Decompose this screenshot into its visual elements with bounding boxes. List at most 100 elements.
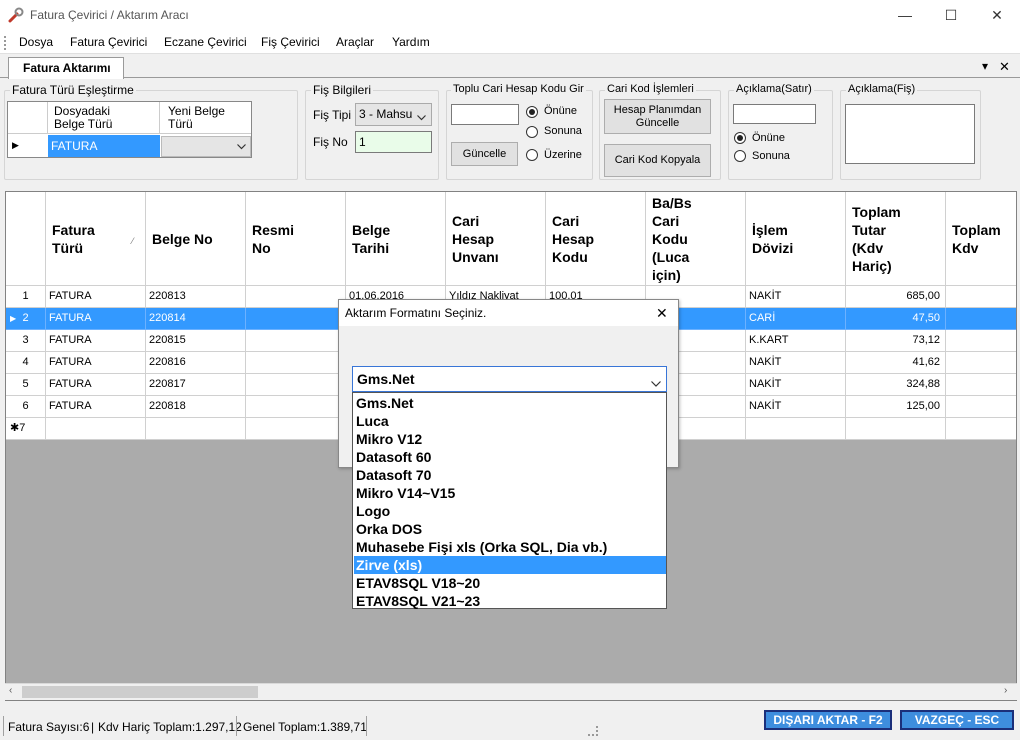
scroll-left-icon[interactable]: ‹: [9, 685, 12, 696]
chevron-down-icon[interactable]: [651, 376, 661, 390]
menu-dosya[interactable]: Dosya: [19, 35, 53, 49]
format-option[interactable]: Zirve (xls): [354, 556, 666, 574]
row-header[interactable]: 3: [6, 330, 46, 352]
cell-kdv[interactable]: [946, 308, 1016, 330]
tab-close-icon[interactable]: ✕: [999, 59, 1010, 75]
tab-fatura-aktarimi[interactable]: Fatura Aktarımı: [8, 57, 124, 79]
cell-tutar[interactable]: 41,62: [846, 352, 946, 374]
aciklama-fis-textarea[interactable]: [845, 104, 975, 164]
cell-belge[interactable]: 220817: [146, 374, 246, 396]
col-cari-hesap-unvani[interactable]: Cari Hesap Unvanı: [446, 192, 546, 286]
toplu-cari-input[interactable]: [451, 104, 519, 125]
aciklama-onune-radio[interactable]: [734, 132, 746, 144]
cell-resmi[interactable]: [246, 286, 346, 308]
menu-araclar[interactable]: Araçlar: [336, 35, 374, 49]
cell-belge[interactable]: 220818: [146, 396, 246, 418]
row-header[interactable]: 6: [6, 396, 46, 418]
aciklama-satir-input[interactable]: [733, 104, 816, 124]
format-option[interactable]: Luca: [354, 412, 666, 430]
aciklama-sonuna-radio[interactable]: [734, 150, 746, 162]
scrollbar-thumb[interactable]: [22, 686, 258, 698]
menu-eczane-cevirici[interactable]: Eczane Çevirici: [164, 35, 247, 49]
cell-tutar[interactable]: 73,12: [846, 330, 946, 352]
eslestirme-value-cell[interactable]: FATURA: [48, 135, 160, 157]
format-option[interactable]: ETAV8SQL V21~23: [354, 592, 666, 610]
uzerine-radio[interactable]: [526, 149, 538, 161]
dialog-close-icon[interactable]: ✕: [656, 305, 668, 322]
cell-tutar[interactable]: 685,00: [846, 286, 946, 308]
menu-yardim[interactable]: Yardım: [392, 35, 430, 49]
cell-resmi[interactable]: [246, 352, 346, 374]
guncelle-button[interactable]: Güncelle: [451, 142, 518, 166]
cell-tur[interactable]: FATURA: [46, 286, 146, 308]
new-row-cell[interactable]: [146, 418, 246, 440]
cell-kdv[interactable]: [946, 330, 1016, 352]
sonuna-radio[interactable]: [526, 126, 538, 138]
cell-tur[interactable]: FATURA: [46, 396, 146, 418]
cell-tur[interactable]: FATURA: [46, 308, 146, 330]
col-babs-cari-kodu[interactable]: Ba/Bs Cari Kodu (Luca için): [646, 192, 746, 286]
col-fatura-turu[interactable]: Fatura Türü ⁄: [46, 192, 146, 286]
col-islem-dovizi[interactable]: İşlem Dövizi: [746, 192, 846, 286]
format-option[interactable]: ETAV8SQL V18~20: [354, 574, 666, 592]
col-belge-no[interactable]: Belge No: [146, 192, 246, 286]
row-header[interactable]: 1: [6, 286, 46, 308]
col-cari-hesap-kodu[interactable]: Cari Hesap Kodu: [546, 192, 646, 286]
format-option[interactable]: Gms.Net: [354, 394, 666, 412]
cell-belge[interactable]: 220815: [146, 330, 246, 352]
cell-kdv[interactable]: [946, 396, 1016, 418]
hesap-planimdan-guncelle-button[interactable]: Hesap Planımdan Güncelle: [604, 99, 711, 134]
cell-resmi[interactable]: [246, 374, 346, 396]
cell-tutar[interactable]: 324,88: [846, 374, 946, 396]
minimize-button[interactable]: —: [882, 0, 928, 30]
col-belge-tarihi[interactable]: Belge Tarihi: [346, 192, 446, 286]
format-combo[interactable]: Gms.Net: [352, 366, 667, 392]
menu-fatura-cevirici[interactable]: Fatura Çevirici: [70, 35, 147, 49]
col-resmi-no[interactable]: Resmi No: [246, 192, 346, 286]
format-option[interactable]: Datasoft 60: [354, 448, 666, 466]
format-option[interactable]: Muhasebe Fişi xls (Orka SQL, Dia vb.): [354, 538, 666, 556]
cell-kdv[interactable]: [946, 374, 1016, 396]
new-row-cell[interactable]: [846, 418, 946, 440]
tab-dropdown-icon[interactable]: ▾: [982, 59, 988, 73]
cell-doviz[interactable]: CARİ: [746, 308, 846, 330]
cell-tutar[interactable]: 125,00: [846, 396, 946, 418]
col-toplam-kdv[interactable]: Toplam Kdv: [946, 192, 1016, 286]
format-option[interactable]: Mikro V14~V15: [354, 484, 666, 502]
cell-tur[interactable]: FATURA: [46, 374, 146, 396]
fis-no-input[interactable]: 1: [355, 131, 432, 153]
cell-doviz[interactable]: NAKİT: [746, 374, 846, 396]
row-header[interactable]: 5: [6, 374, 46, 396]
close-button[interactable]: ✕: [974, 0, 1020, 30]
col-toplam-tutar[interactable]: Toplam Tutar (Kdv Hariç): [846, 192, 946, 286]
new-row-cell[interactable]: [946, 418, 1016, 440]
resize-grip-icon[interactable]: [588, 726, 598, 736]
new-row-cell[interactable]: [246, 418, 346, 440]
maximize-button[interactable]: ☐: [928, 0, 974, 30]
format-dropdown-list[interactable]: Gms.Net Luca Mikro V12 Datasoft 60 Datasoft …: [352, 392, 667, 609]
format-option[interactable]: Logo: [354, 502, 666, 520]
cell-doviz[interactable]: NAKİT: [746, 396, 846, 418]
cell-resmi[interactable]: [246, 308, 346, 330]
cari-kod-kopyala-button[interactable]: Cari Kod Kopyala: [604, 144, 711, 177]
cell-resmi[interactable]: [246, 396, 346, 418]
cell-belge[interactable]: 220814: [146, 308, 246, 330]
cell-belge[interactable]: 220813: [146, 286, 246, 308]
cell-kdv[interactable]: [946, 352, 1016, 374]
format-option[interactable]: Orka DOS: [354, 520, 666, 538]
scroll-right-icon[interactable]: ›: [1004, 685, 1007, 696]
format-option[interactable]: Datasoft 70: [354, 466, 666, 484]
new-row-cell[interactable]: [746, 418, 846, 440]
onune-radio[interactable]: [526, 106, 538, 118]
cell-kdv[interactable]: [946, 286, 1016, 308]
row-header[interactable]: 4: [6, 352, 46, 374]
cell-belge[interactable]: 220816: [146, 352, 246, 374]
new-row-header[interactable]: ✱7: [6, 418, 46, 440]
format-option[interactable]: Mikro V12: [354, 430, 666, 448]
cell-doviz[interactable]: K.KART: [746, 330, 846, 352]
chevron-down-icon[interactable]: [233, 137, 250, 156]
menu-fis-cevirici[interactable]: Fiş Çevirici: [261, 35, 320, 49]
cell-tutar[interactable]: 47,50: [846, 308, 946, 330]
cell-tur[interactable]: FATURA: [46, 352, 146, 374]
vazgec-button[interactable]: VAZGEÇ - ESC: [900, 710, 1014, 730]
